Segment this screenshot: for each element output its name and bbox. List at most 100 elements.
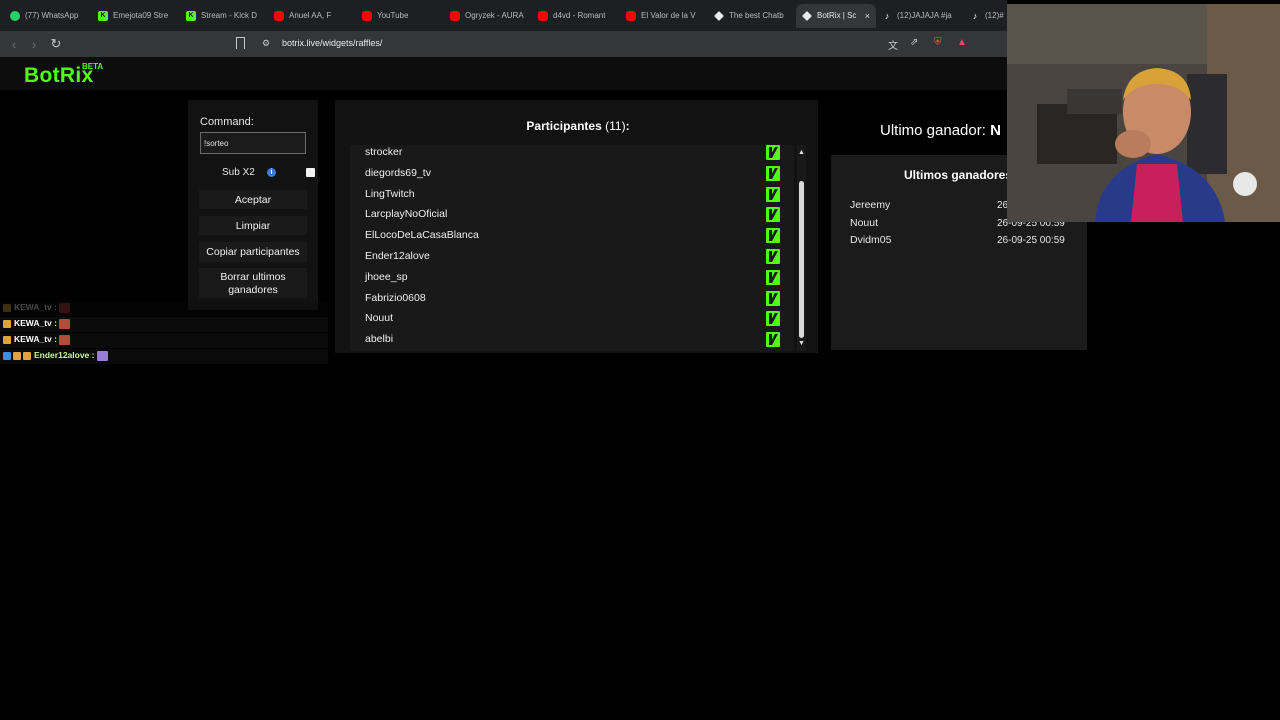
browser-tab-label: d4vd - Romant [553, 11, 606, 20]
chat-emote-icon [59, 335, 70, 345]
chat-emote-icon [97, 351, 108, 361]
browser-tab[interactable]: El Valor de la V [620, 4, 708, 28]
command-input[interactable] [200, 132, 306, 154]
participant-row[interactable]: ElLocoDeLaCasaBlanca [350, 228, 794, 249]
kick-icon: K [186, 10, 196, 21]
browser-tab[interactable]: BotRix | Sc × [796, 3, 876, 28]
participant-row[interactable]: LarcplayNoOficial [350, 207, 794, 228]
participant-row[interactable]: Nouut [350, 311, 794, 332]
browser-tab-label: Stream - Kick D [201, 11, 258, 20]
brave-shield-icon[interactable]: ⛨ [934, 37, 942, 48]
participants-title: Participantes (11): [335, 119, 821, 133]
scroll-down-icon[interactable]: ▼ [798, 340, 805, 347]
participant-name: Nouut [365, 312, 394, 325]
browser-tab[interactable]: Ogryzek - AURA [444, 4, 532, 28]
recent-winners-title: Ultimos ganadores [904, 168, 1013, 182]
winner-date: 26-09-25 00:59 [997, 235, 1065, 246]
youtube-icon [450, 10, 460, 21]
beta-badge: BETA [82, 62, 104, 71]
copy-participants-button[interactable]: Copiar participantes [199, 242, 307, 262]
accept-button[interactable]: Aceptar [199, 190, 307, 209]
browser-tab[interactable]: d4vd - Romant [532, 4, 620, 28]
browser-tab-label: Emejota09 Stre [113, 11, 169, 20]
winner-name: Nouut [850, 216, 879, 229]
participants-list[interactable]: strocker diegords69_tv LingTwitch LarcplayN… [350, 145, 794, 351]
participant-row[interactable]: strocker [350, 145, 794, 166]
participant-row[interactable]: jhoee_sp [350, 269, 794, 291]
rewards-icon[interactable]: ▲ [957, 37, 967, 48]
participant-name: diegords69_tv [365, 166, 431, 179]
browser-tab-strip: (77) WhatsApp K Emejota09 Stre K Stream - Ki… [0, 0, 1007, 31]
browser-tab-label: Ogryzek - AURA [465, 11, 524, 20]
last-winner-value: N [990, 122, 1001, 139]
forward-icon[interactable]: › [24, 37, 44, 52]
chat-username: Ender12alove : [34, 350, 95, 360]
chat-badge-icon [13, 352, 21, 360]
bookmark-icon[interactable] [236, 37, 245, 49]
reload-icon[interactable]: ↻ [46, 36, 66, 52]
participant-row[interactable]: diegords69_tv [350, 165, 794, 187]
last-winner-label: Ultimo ganador: [880, 122, 986, 139]
scroll-up-icon[interactable]: ▲ [798, 149, 805, 156]
kick-platform-icon [766, 145, 780, 160]
botrix-icon [802, 10, 812, 21]
clear-button[interactable]: Limpiar [199, 216, 307, 235]
browser-tab-label: (77) WhatsApp [25, 11, 79, 20]
chat-username: KEWA_tv : [14, 302, 57, 312]
participant-name: strocker [365, 146, 403, 158]
browser-tab[interactable]: (77) WhatsApp [4, 4, 92, 28]
url-field[interactable]: botrix.live/widgets/raffles/ [282, 38, 382, 48]
sub-x2-label: Sub X2 [222, 167, 255, 178]
scrollbar-thumb[interactable] [799, 181, 804, 338]
chat-message: KEWA_tv : [0, 301, 328, 316]
site-settings-icon[interactable]: ⚙ [262, 38, 270, 49]
kick-platform-icon [766, 290, 780, 306]
browser-tab[interactable]: The best Chatb [708, 4, 796, 28]
participant-name: abelbi [365, 333, 394, 346]
chat-message: KEWA_tv : [0, 333, 328, 348]
participant-name: Ender12alove [365, 250, 430, 262]
browser-tab[interactable]: ♪ (12)JAJAJA #ja [876, 4, 964, 28]
sub-x2-checkbox[interactable] [306, 168, 315, 177]
chat-username: KEWA_tv : [14, 318, 57, 328]
close-tab-icon[interactable]: × [865, 11, 870, 21]
browser-tab-label: (12)JAJAJA #ja [897, 11, 952, 20]
back-icon[interactable]: ‹ [4, 37, 24, 52]
delete-last-winners-button[interactable]: Borrar ultimos ganadores [199, 268, 307, 298]
share-icon[interactable]: ⇗ [910, 37, 918, 48]
command-label: Command: [200, 116, 254, 128]
participant-row[interactable]: Ender12alove [350, 249, 794, 270]
browser-tab[interactable]: YouTube [356, 4, 444, 28]
participants-title-label: Participantes [526, 119, 602, 133]
browser-tab[interactable]: K Emejota09 Stre [92, 4, 180, 28]
chat-badge-icon [3, 304, 11, 312]
participants-count: (11) [605, 119, 626, 133]
info-icon[interactable]: i [267, 168, 276, 177]
browser-tab-label: The best Chatb [729, 11, 784, 20]
participant-name: Fabrizio0608 [365, 291, 426, 304]
screen: (77) WhatsApp K Emejota09 Stre K Stream - Ki… [0, 0, 1280, 720]
webcam-overlay [1007, 4, 1280, 222]
kick-platform-icon [766, 332, 780, 348]
tiktok-icon: ♪ [972, 10, 978, 21]
participant-name: ElLocoDeLaCasaBlanca [365, 229, 479, 242]
whatsapp-icon [10, 10, 20, 21]
translate-icon[interactable]: 文 [888, 37, 898, 52]
kick-platform-icon [766, 269, 780, 285]
participant-row[interactable]: abelbi [350, 332, 794, 351]
participant-row[interactable]: LingTwitch [350, 186, 794, 208]
kick-platform-icon [766, 249, 780, 264]
browser-tab[interactable]: K Stream - Kick D [180, 4, 268, 28]
app-header [0, 57, 1007, 90]
youtube-icon [362, 10, 372, 21]
kick-platform-icon [766, 207, 780, 223]
browser-tab-label: Anuel AA, F [289, 11, 332, 20]
chat-message: KEWA_tv : [0, 317, 328, 332]
participants-colon: : [625, 119, 630, 133]
delete-last-winners-label-1: Borrar ultimos [220, 271, 286, 283]
winner-name: Jereemy [850, 199, 891, 211]
browser-tab-label: YouTube [377, 11, 409, 20]
browser-tab[interactable]: Anuel AA, F [268, 4, 356, 28]
participant-row[interactable]: Fabrizio0608 [350, 290, 794, 312]
delete-last-winners-label-2: ganadores [228, 284, 278, 296]
